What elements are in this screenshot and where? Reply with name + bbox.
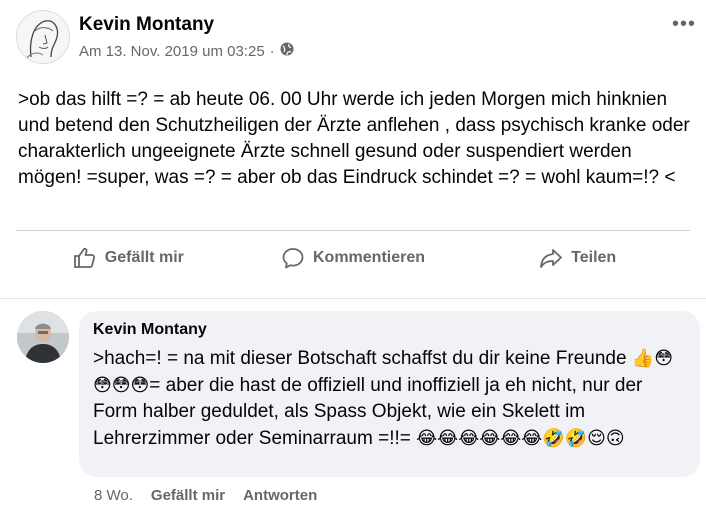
comment-text: >hach=! = na mit dieser Botschaft schaff… xyxy=(93,345,686,452)
comment-reply-button[interactable]: Antworten xyxy=(243,487,317,504)
comment-section: Kevin Montany >hach=! = na mit dieser Bo… xyxy=(0,298,706,514)
comment-button[interactable]: Kommentieren xyxy=(241,232,466,284)
emoji-group-2: 😂😂😂😂😂😂🤣🤣😌🙃 xyxy=(416,428,625,448)
profile-photo-icon xyxy=(17,311,69,363)
post-timestamp[interactable]: Am 13. Nov. 2019 um 03:25 xyxy=(79,43,265,60)
post-meta: Am 13. Nov. 2019 um 03:25 · xyxy=(79,42,294,60)
share-label: Teilen xyxy=(571,249,617,266)
comment-bubble: Kevin Montany >hach=! = na mit dieser Bo… xyxy=(79,311,700,477)
like-button[interactable]: Gefällt mir xyxy=(16,232,241,284)
comment-author-name[interactable]: Kevin Montany xyxy=(93,321,686,339)
more-options-button[interactable]: ••• xyxy=(672,13,696,36)
post-text: >ob das hilft =? = ab heute 06. 00 Uhr w… xyxy=(18,89,690,188)
avatar[interactable] xyxy=(17,311,69,363)
comment-age[interactable]: 8 Wo. xyxy=(94,487,133,504)
post-header: Kevin Montany Am 13. Nov. 2019 um 03:25 … xyxy=(16,10,696,70)
divider xyxy=(16,230,690,231)
share-arrow-icon xyxy=(539,246,563,270)
share-button[interactable]: Teilen xyxy=(465,232,690,284)
comment-meta: 8 Wo. Gefällt mir Antworten xyxy=(94,487,317,504)
globe-icon xyxy=(280,42,294,60)
meta-separator: · xyxy=(269,42,275,60)
comment-text-part1: >hach=! = na mit dieser Botschaft schaff… xyxy=(93,348,632,369)
post-actions: Gefällt mir Kommentieren Teilen xyxy=(16,232,690,284)
profile-sketch-icon xyxy=(17,11,69,63)
comment-like-button[interactable]: Gefällt mir xyxy=(151,487,225,504)
speech-bubble-icon xyxy=(281,246,305,270)
comment-label: Kommentieren xyxy=(312,249,426,266)
like-label: Gefällt mir xyxy=(104,249,184,266)
thumbs-up-icon xyxy=(73,246,97,270)
avatar[interactable] xyxy=(16,10,70,64)
post-author-name[interactable]: Kevin Montany xyxy=(79,14,214,36)
